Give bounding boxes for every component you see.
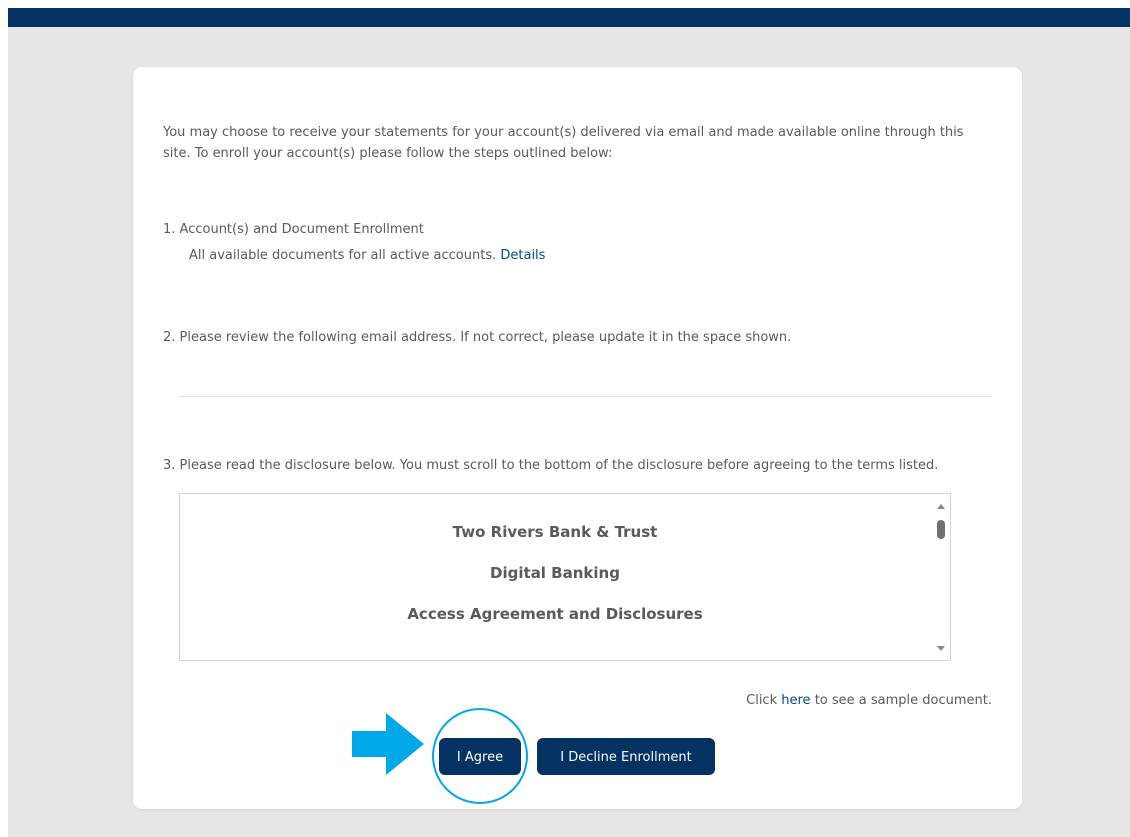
sample-prefix: Click <box>746 693 778 708</box>
disclosure-scrollbar[interactable] <box>932 494 950 660</box>
highlight-circle <box>432 708 528 804</box>
intro-text: You may choose to receive your statement… <box>163 125 964 161</box>
step1-title: 1. Account(s) and Document Enrollment <box>163 222 424 237</box>
scroll-thumb[interactable] <box>937 520 945 539</box>
enrollment-card: You may choose to receive your statement… <box>133 67 1022 809</box>
sample-suffix: to see a sample document. <box>814 693 992 708</box>
scroll-down-icon[interactable] <box>937 646 945 651</box>
scroll-up-icon[interactable] <box>937 504 945 509</box>
step1-description: All available documents for all active a… <box>189 246 545 265</box>
disclosure-heading: Digital Banking <box>490 564 620 582</box>
header-bar <box>8 8 1130 27</box>
pointer-arrow-icon <box>352 713 424 775</box>
step1-desc-text: All available documents for all active a… <box>189 248 497 263</box>
details-link[interactable]: Details <box>500 248 545 263</box>
sample-document-text: Click here to see a sample document. <box>746 691 992 710</box>
disclosure-bank-name: Two Rivers Bank & Trust <box>452 523 658 541</box>
step3-title: 3. Please read the disclosure below. You… <box>163 458 939 473</box>
disclosure-subheading: Access Agreement and Disclosures <box>407 605 703 623</box>
decline-button[interactable]: I Decline Enrollment <box>537 738 715 775</box>
sample-document-link[interactable]: here <box>781 693 810 708</box>
step2-title: 2. Please review the following email add… <box>163 330 792 345</box>
disclosure-box[interactable]: Two Rivers Bank & Trust Digital Banking … <box>179 493 951 661</box>
email-divider <box>179 396 992 397</box>
